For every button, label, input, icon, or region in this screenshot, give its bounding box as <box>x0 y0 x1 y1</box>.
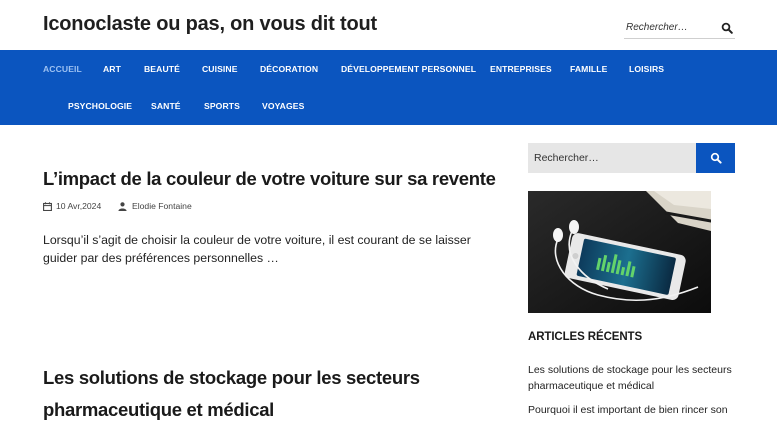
post-excerpt: Lorsqu’il s’agit de choisir la couleur d… <box>43 233 471 265</box>
search-icon[interactable] <box>721 21 733 34</box>
post-date[interactable]: 10 Avr,2024 <box>56 201 101 211</box>
post-title[interactable]: L’impact de la couleur de votre voiture … <box>43 168 496 190</box>
calendar-icon <box>43 202 52 212</box>
post-author[interactable]: Elodie Fontaine <box>132 201 192 211</box>
nav-item-sante[interactable]: SANTÉ <box>151 101 181 111</box>
nav-item-famille[interactable]: FAMILLE <box>570 64 607 74</box>
sidebar-search <box>528 143 735 173</box>
sidebar-image-phone-earphones[interactable] <box>528 191 711 313</box>
recent-article-link[interactable]: Les solutions de stockage pour les secte… <box>528 362 733 394</box>
nav-item-sports[interactable]: SPORTS <box>204 101 240 111</box>
nav-item-psychologie[interactable]: PSYCHOLOGIE <box>68 101 132 111</box>
recent-article-line-2: pharmaceutique et médical <box>528 380 655 392</box>
post-title-line-2[interactable]: pharmaceutique et médical <box>43 399 274 421</box>
nav-item-decoration[interactable]: DÉCORATION <box>260 64 318 74</box>
nav-item-developpement-personnel[interactable]: DÉVELOPPEMENT PERSONNEL <box>341 64 476 74</box>
nav-item-voyages[interactable]: VOYAGES <box>262 101 304 111</box>
nav-item-art[interactable]: ART <box>103 64 121 74</box>
nav-item-entreprises[interactable]: ENTREPRISES <box>490 64 552 74</box>
recent-articles-heading: ARTICLES RÉCENTS <box>528 331 643 343</box>
recent-article-line-1: Pourquoi il est important de bien rincer… <box>528 404 728 416</box>
nav-item-accueil[interactable]: ACCUEIL <box>43 64 82 74</box>
site-header: Iconoclaste ou pas, on vous dit tout <box>0 0 777 50</box>
post-title-line-1[interactable]: Les solutions de stockage pour les secte… <box>43 367 420 389</box>
nav-item-loisirs[interactable]: LOISIRS <box>629 64 664 74</box>
sidebar-search-input[interactable] <box>528 143 696 173</box>
header-search-input[interactable] <box>626 19 716 35</box>
sidebar-search-button[interactable] <box>696 143 735 173</box>
main-nav: ACCUEIL ART BEAUTÉ CUISINE DÉCORATION DÉ… <box>0 50 777 125</box>
site-title[interactable]: Iconoclaste ou pas, on vous dit tout <box>43 13 377 36</box>
search-icon <box>710 152 722 164</box>
recent-article-link[interactable]: Pourquoi il est important de bien rincer… <box>528 402 733 418</box>
recent-article-line-1: Les solutions de stockage pour les secte… <box>528 364 732 376</box>
header-search <box>624 17 735 39</box>
user-icon <box>118 202 127 211</box>
nav-item-cuisine[interactable]: CUISINE <box>202 64 238 74</box>
nav-item-beaute[interactable]: BEAUTÉ <box>144 64 180 74</box>
